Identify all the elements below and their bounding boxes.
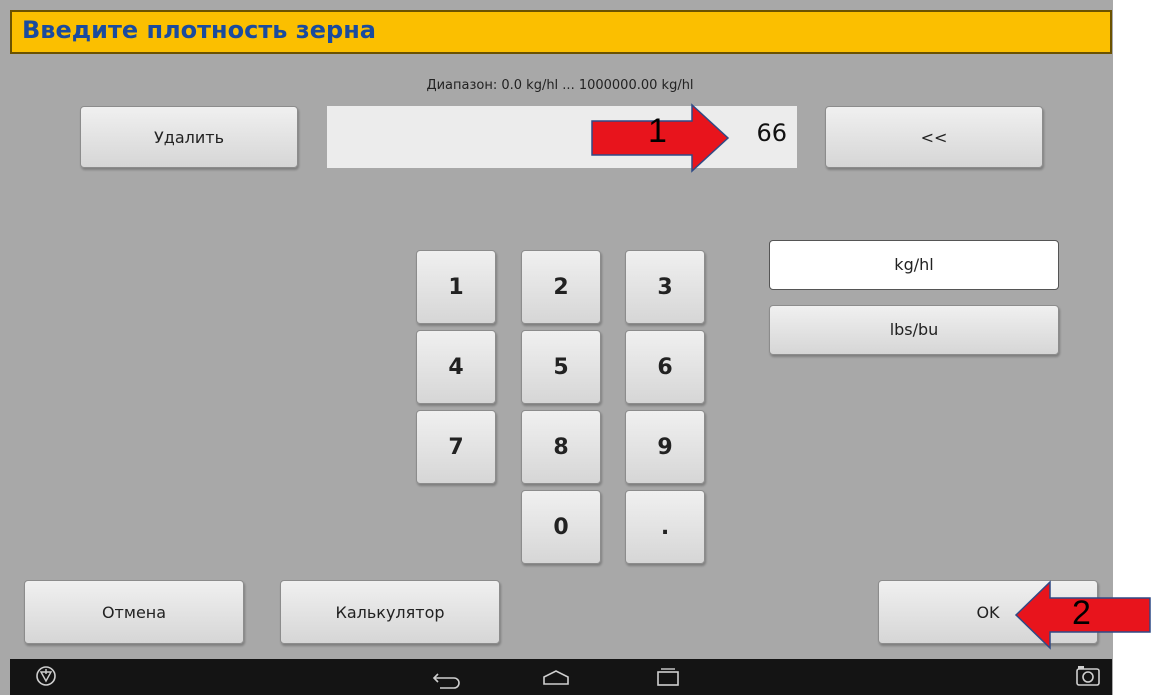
key-1[interactable]: 1 bbox=[416, 250, 496, 324]
key-7[interactable]: 7 bbox=[416, 410, 496, 484]
annotation-label-1: 1 bbox=[648, 112, 667, 150]
back-icon[interactable] bbox=[430, 667, 460, 693]
backspace-button[interactable]: << bbox=[825, 106, 1043, 168]
input-value: 66 bbox=[756, 119, 787, 147]
key-decimal[interactable]: . bbox=[625, 490, 705, 564]
title-bar: Введите плотность зерна bbox=[10, 10, 1112, 54]
recent-apps-icon[interactable] bbox=[653, 667, 683, 693]
key-6[interactable]: 6 bbox=[625, 330, 705, 404]
key-3[interactable]: 3 bbox=[625, 250, 705, 324]
key-9[interactable]: 9 bbox=[625, 410, 705, 484]
screenshot-camera-icon[interactable] bbox=[1074, 664, 1102, 692]
delete-button[interactable]: Удалить bbox=[80, 106, 298, 168]
annotation-label-2: 2 bbox=[1072, 594, 1091, 632]
brand-logo-icon bbox=[34, 664, 58, 692]
calculator-button[interactable]: Калькулятор bbox=[280, 580, 500, 644]
home-icon[interactable] bbox=[540, 668, 572, 692]
unit-kg-hl-button[interactable]: kg/hl bbox=[769, 240, 1059, 290]
page-title: Введите плотность зерна bbox=[22, 16, 376, 44]
key-5[interactable]: 5 bbox=[521, 330, 601, 404]
unit-lbs-bu-button[interactable]: lbs/bu bbox=[769, 305, 1059, 355]
cancel-button[interactable]: Отмена bbox=[24, 580, 244, 644]
app-screen: Введите плотность зерна Диапазон: 0.0 kg… bbox=[0, 0, 1113, 695]
key-4[interactable]: 4 bbox=[416, 330, 496, 404]
range-label: Диапазон: 0.0 kg/hl ... 1000000.00 kg/hl bbox=[426, 78, 694, 93]
key-2[interactable]: 2 bbox=[521, 250, 601, 324]
system-navigation-bar bbox=[10, 659, 1112, 695]
key-0[interactable]: 0 bbox=[521, 490, 601, 564]
key-8[interactable]: 8 bbox=[521, 410, 601, 484]
